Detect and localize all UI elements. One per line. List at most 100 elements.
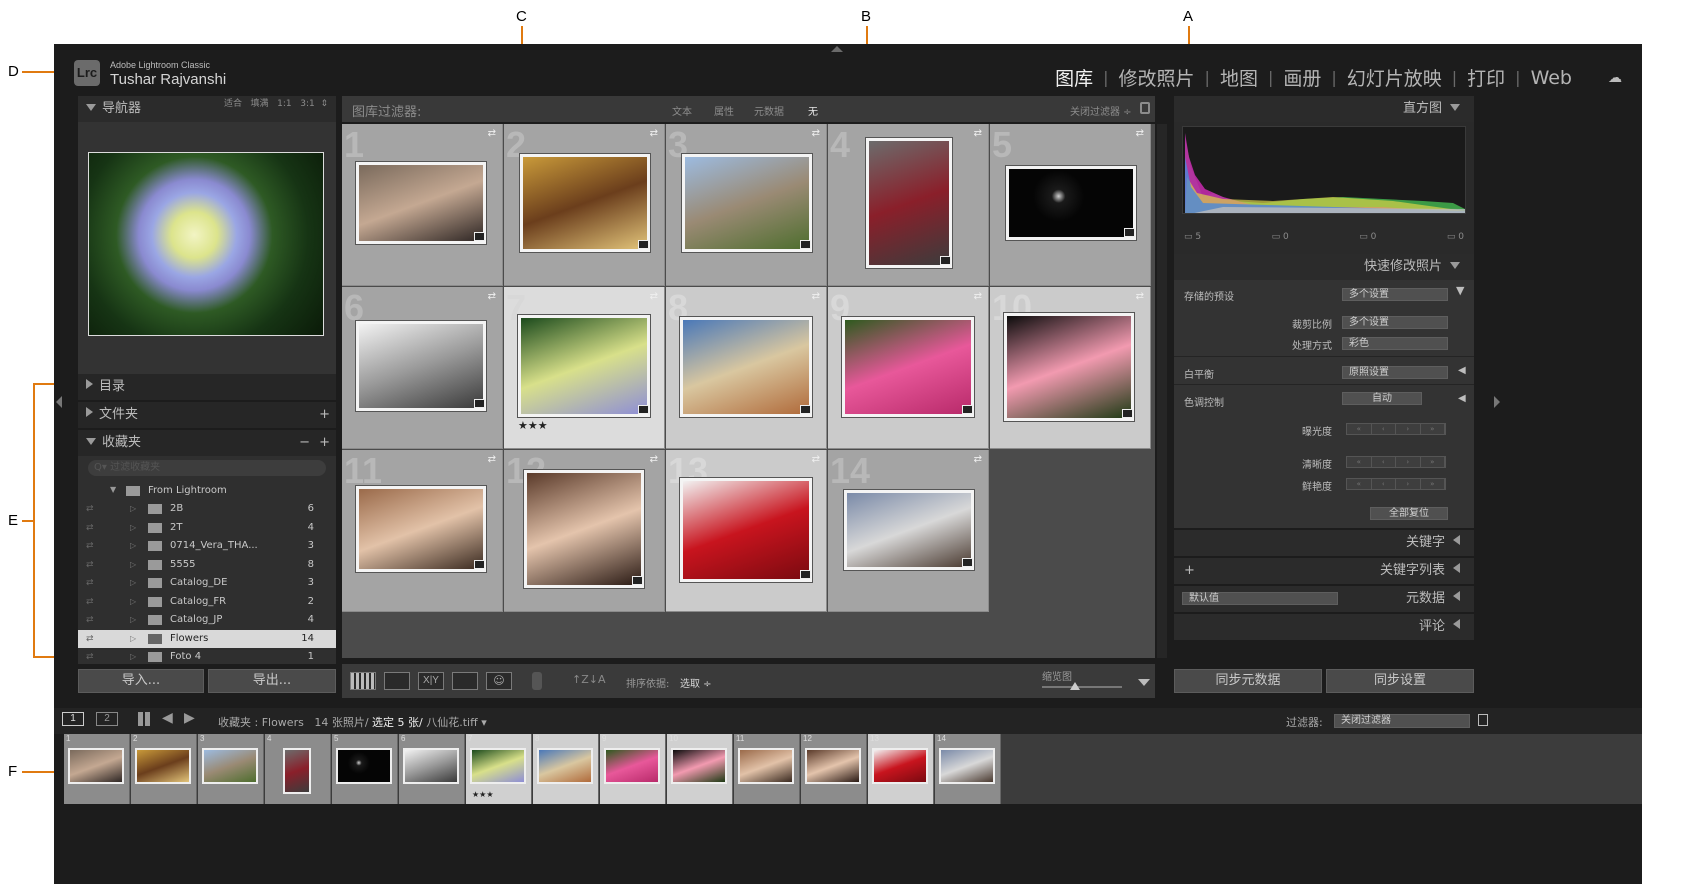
- reset-all-button[interactable]: 全部复位: [1370, 507, 1448, 520]
- collection-row[interactable]: ⇄ ▷ 2T 4: [78, 519, 336, 537]
- collection-row[interactable]: ⇄ ▷ Flowers 14: [78, 629, 336, 648]
- sync-icon[interactable]: ⇄: [812, 128, 820, 139]
- filmstrip-frame[interactable]: 4: [265, 734, 331, 804]
- keywording-header[interactable]: 关键字: [1174, 530, 1474, 556]
- collection-row[interactable]: ⇄ ▷ 2B 6: [78, 500, 336, 518]
- sync-icon[interactable]: ⇄: [974, 291, 982, 302]
- virtual-copy-badge-icon[interactable]: [632, 576, 643, 585]
- zoom-3-1[interactable]: 3:1: [300, 99, 314, 109]
- clarity-stepper[interactable]: «‹ ›»: [1346, 456, 1446, 468]
- sort-direction-icon[interactable]: ↑Z↓A: [572, 673, 606, 686]
- sort-value-dropdown[interactable]: 选取 ÷: [680, 675, 712, 690]
- filmstrip-frame[interactable]: 12: [801, 734, 867, 804]
- photo-thumbnail[interactable]: [680, 478, 812, 582]
- filmstrip-frame[interactable]: 10: [667, 734, 733, 804]
- zoom-1-1[interactable]: 1:1: [277, 99, 291, 109]
- export-button[interactable]: 导出...: [208, 669, 336, 693]
- sync-status-icon[interactable]: ⇄: [86, 593, 94, 611]
- virtual-copy-badge-icon[interactable]: [474, 399, 485, 408]
- photo-thumbnail[interactable]: [518, 315, 650, 417]
- module-item-2[interactable]: 地图: [1210, 64, 1268, 91]
- filmstrip-thumbnail[interactable]: [202, 748, 258, 784]
- filmstrip-frame[interactable]: 3: [198, 734, 264, 804]
- virtual-copy-badge-icon[interactable]: [800, 240, 811, 249]
- virtual-copy-badge-icon[interactable]: [1124, 228, 1135, 237]
- sync-metadata-button[interactable]: 同步元数据: [1174, 669, 1322, 693]
- sync-status-icon[interactable]: ⇄: [86, 574, 94, 592]
- sync-status-icon[interactable]: ⇄: [86, 611, 94, 629]
- photo-thumbnail[interactable]: [520, 154, 650, 252]
- expand-arrow-icon[interactable]: ▷: [130, 519, 136, 537]
- filmstrip-thumbnail[interactable]: [283, 748, 311, 794]
- sync-settings-button[interactable]: 同步设置: [1326, 669, 1474, 693]
- filmstrip-thumbnail[interactable]: [537, 748, 593, 784]
- filmstrip-frame[interactable]: 14: [935, 734, 1001, 804]
- back-arrow-icon[interactable]: ◀: [162, 710, 173, 726]
- sync-icon[interactable]: ⇄: [974, 454, 982, 465]
- filmstrip-thumbnail[interactable]: [604, 748, 660, 784]
- virtual-copy-badge-icon[interactable]: [962, 558, 973, 567]
- add-collection-button[interactable]: +: [319, 430, 330, 456]
- grid-cell[interactable]: 2 ⇄: [504, 124, 665, 286]
- second-window-button[interactable]: 2: [96, 712, 118, 726]
- filmstrip-filter-dropdown[interactable]: 关闭过滤器: [1334, 714, 1470, 728]
- filter-none[interactable]: 无: [808, 103, 818, 118]
- filmstrip-frame[interactable]: 8: [533, 734, 599, 804]
- grid-cell[interactable]: 1 ⇄: [342, 124, 503, 286]
- grid-cell[interactable]: 12⇄: [504, 450, 665, 612]
- quick-develop-header[interactable]: 快速修改照片: [1174, 254, 1474, 280]
- filmstrip-thumbnail[interactable]: [872, 748, 928, 784]
- sync-status-icon[interactable]: ⇄: [86, 537, 94, 555]
- compare-view-button[interactable]: X|Y: [418, 672, 444, 690]
- folders-header[interactable]: 文件夹 +: [78, 402, 336, 428]
- saved-preset-dropdown[interactable]: 多个设置: [1342, 288, 1448, 301]
- module-item-4[interactable]: 幻灯片放映: [1337, 64, 1452, 91]
- exposure-stepper[interactable]: «‹ ›»: [1346, 423, 1446, 435]
- grid-cell[interactable]: 8 ⇄: [666, 287, 827, 449]
- metadata-header[interactable]: 默认值 元数据: [1174, 586, 1474, 612]
- sync-icon[interactable]: ⇄: [488, 128, 496, 139]
- left-panel-toggle[interactable]: [54, 96, 72, 708]
- right-panel-toggle[interactable]: [1486, 96, 1504, 708]
- filmstrip-thumbnail[interactable]: [403, 748, 459, 784]
- expand-arrow-icon[interactable]: ▷: [130, 648, 136, 664]
- expand-arrow-icon[interactable]: ▷: [130, 537, 136, 555]
- sync-icon[interactable]: ⇄: [650, 128, 658, 139]
- virtual-copy-badge-icon[interactable]: [940, 256, 951, 265]
- photo-thumbnail[interactable]: [356, 162, 486, 244]
- close-filter-dropdown[interactable]: 关闭过滤器 ÷: [1070, 103, 1132, 118]
- lock-icon[interactable]: [1140, 102, 1150, 114]
- navigator-preview[interactable]: [78, 122, 336, 374]
- wb-expand-icon[interactable]: ◀: [1458, 365, 1466, 376]
- module-item-0[interactable]: 图库: [1045, 64, 1103, 91]
- expand-arrow-icon[interactable]: ▷: [130, 574, 136, 592]
- virtual-copy-badge-icon[interactable]: [638, 240, 649, 249]
- filmstrip-frame[interactable]: 1: [64, 734, 130, 804]
- sync-icon[interactable]: ⇄: [1136, 128, 1144, 139]
- collection-row[interactable]: ⇄ ▷ Foto 4 1: [78, 648, 336, 664]
- remove-collection-button[interactable]: −: [299, 430, 310, 456]
- grid-scrollbar[interactable]: [1157, 124, 1167, 658]
- photo-thumbnail[interactable]: [866, 138, 952, 268]
- cloud-sync-icon[interactable]: ☁: [1608, 70, 1628, 86]
- collection-filter-input[interactable]: Q▾ 过滤收藏夹: [88, 460, 326, 476]
- keyword-list-header[interactable]: + 关键字列表: [1174, 558, 1474, 584]
- loupe-view-button[interactable]: [384, 672, 410, 690]
- grid-view-button[interactable]: [350, 672, 376, 690]
- photo-thumbnail[interactable]: [524, 470, 644, 588]
- expand-arrow-icon[interactable]: ▷: [130, 500, 136, 518]
- grid-cell[interactable]: 11 ⇄: [342, 450, 503, 612]
- navigator-header[interactable]: 导航器 适合 填满 1:1 3:1 ⇕: [78, 96, 336, 122]
- filter-lock-toggle[interactable]: [1478, 714, 1488, 726]
- module-web[interactable]: Web: [1521, 67, 1582, 89]
- collections-header[interactable]: 收藏夹 − +: [78, 430, 336, 456]
- photo-thumbnail[interactable]: [682, 154, 812, 252]
- sync-icon[interactable]: ⇄: [1136, 291, 1144, 302]
- virtual-copy-badge-icon[interactable]: [474, 232, 485, 241]
- saved-preset-toggle[interactable]: ▼: [1456, 284, 1464, 297]
- grid-cell[interactable]: 3 ⇄: [666, 124, 827, 286]
- filmstrip-frame[interactable]: 11: [734, 734, 800, 804]
- filmstrip-frame[interactable]: 9: [600, 734, 666, 804]
- photo-thumbnail[interactable]: [844, 490, 974, 570]
- toolbar-menu-icon[interactable]: [1138, 679, 1150, 686]
